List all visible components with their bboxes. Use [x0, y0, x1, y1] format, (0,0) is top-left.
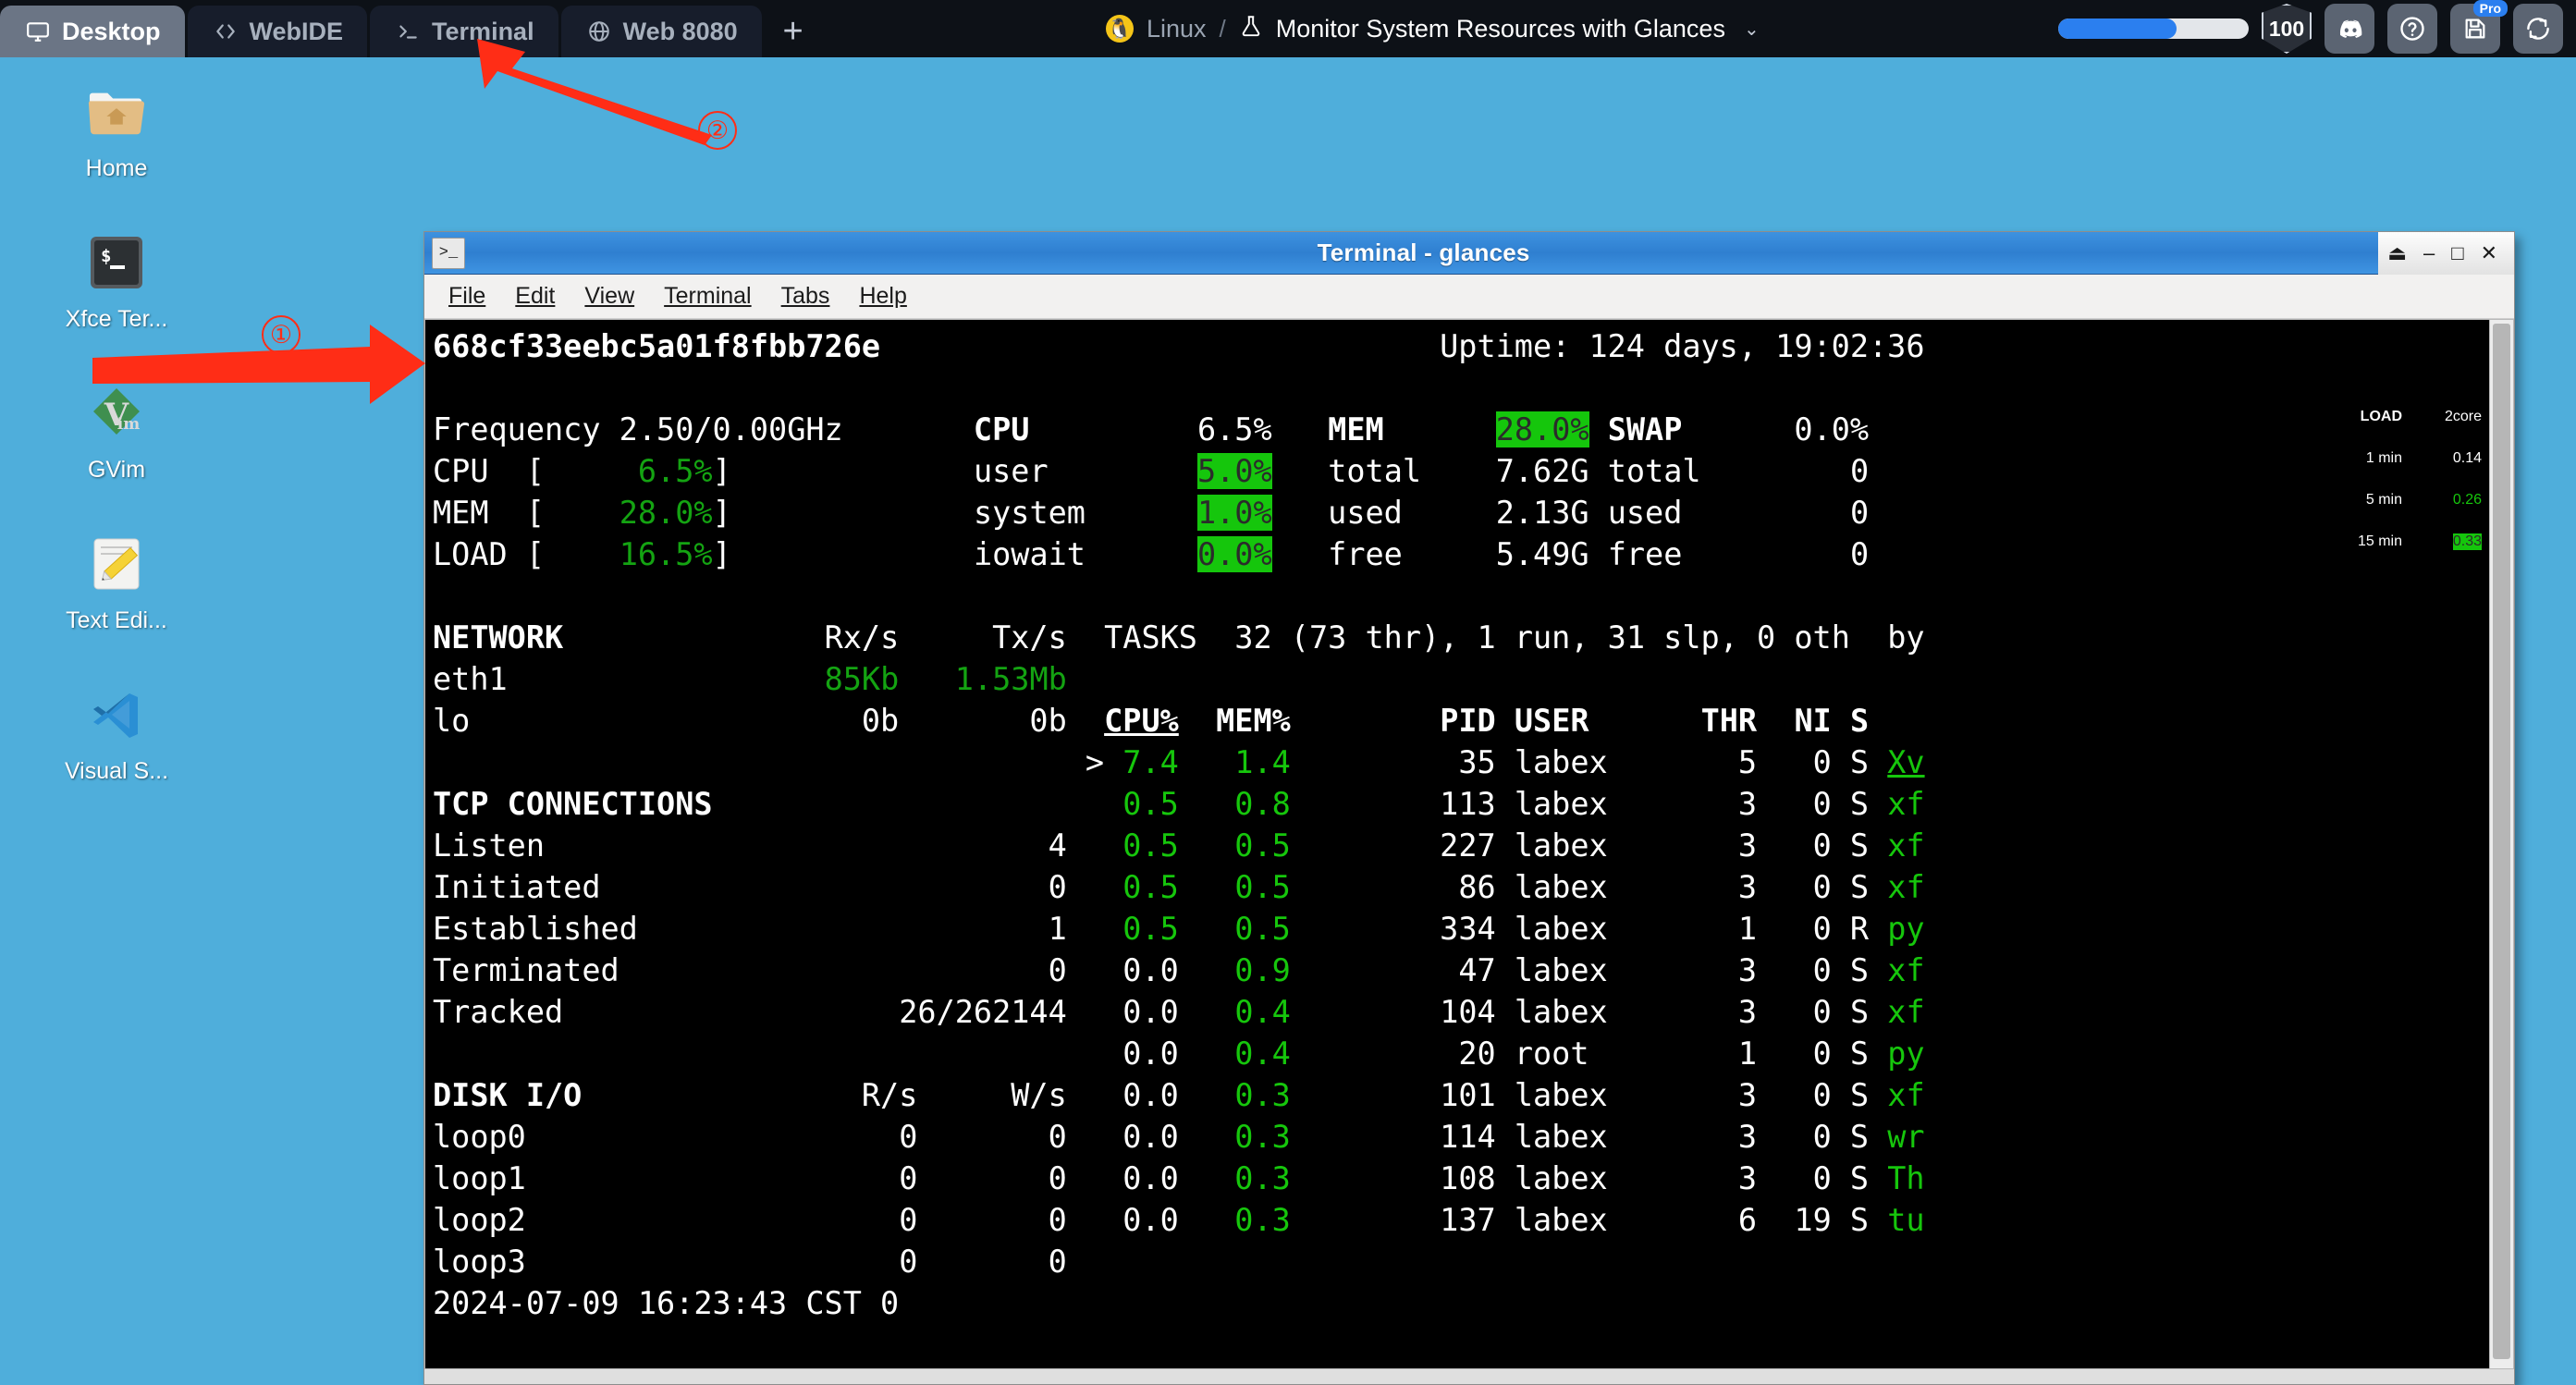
desktop-icon-home[interactable]: Home [35, 76, 198, 182]
score-badge: 100 [2262, 4, 2312, 54]
menu-view-label: View [584, 283, 634, 309]
tab-desktop[interactable]: Desktop [0, 6, 185, 57]
tab-web8080[interactable]: Web 8080 [561, 6, 762, 57]
desktop-icon-gvim[interactable]: V im GVim [35, 377, 198, 484]
tab-webide[interactable]: WebIDE [188, 6, 368, 57]
menu-edit[interactable]: Edit [502, 279, 568, 313]
desktop-icon-home-label: Home [86, 155, 148, 182]
window-title: Terminal - glances [469, 239, 2378, 267]
refresh-button[interactable] [2513, 4, 2563, 54]
window-controls: ⏏ – □ ✕ [2378, 232, 2514, 275]
desktop-icon-text-editor-label: Text Edi... [66, 607, 167, 634]
code-brackets-icon [212, 18, 239, 45]
menu-help[interactable]: Help [846, 279, 919, 313]
discord-button[interactable] [2325, 4, 2374, 54]
home-folder-icon [80, 76, 153, 148]
menu-file[interactable]: File [435, 279, 498, 313]
chevron-down-icon[interactable]: ⌄ [1744, 18, 1760, 41]
menu-file-label: File [448, 283, 485, 309]
prompt-icon [394, 18, 422, 45]
minimize-button[interactable]: – [2423, 243, 2435, 264]
scrollbar-thumb[interactable] [2493, 324, 2510, 1359]
menu-view[interactable]: View [571, 279, 647, 313]
desktop-icon-visual-studio-code[interactable]: Visual S... [35, 679, 198, 785]
terminal-content[interactable]: 668cf33eebc5a01f8fbb726e Uptime: 124 day… [424, 319, 2514, 1369]
shade-button[interactable]: ⏏ [2387, 243, 2407, 264]
save-button[interactable]: Pro [2450, 4, 2500, 54]
desktop-icon-list: Home $ Xfce Ter... V im GVim [35, 76, 198, 829]
score-badge-value: 100 [2269, 17, 2304, 42]
progress-bar [2058, 18, 2249, 39]
tab-terminal[interactable]: Terminal [370, 6, 558, 57]
desktop-area: Home $ Xfce Ter... V im GVim [0, 57, 2576, 1359]
menu-edit-label: Edit [515, 283, 555, 309]
menu-help-label: Help [859, 283, 906, 309]
window-titlebar[interactable]: >_ Terminal - glances ⏏ – □ ✕ [424, 232, 2514, 275]
desktop-icon-text-editor[interactable]: Text Edi... [35, 528, 198, 634]
terminal-window-icon: >_ [432, 238, 465, 269]
tab-webide-label: WebIDE [250, 18, 344, 46]
monitor-icon [24, 18, 52, 45]
menu-tabs-label: Tabs [781, 283, 830, 309]
breadcrumb: 🐧 Linux / Monitor System Resources with … [1106, 0, 1760, 57]
breadcrumb-os[interactable]: Linux [1147, 15, 1207, 43]
gvim-icon: V im [80, 377, 153, 449]
tab-web8080-label: Web 8080 [623, 18, 738, 46]
maximize-button[interactable]: □ [2451, 243, 2463, 264]
breadcrumb-separator: / [1220, 15, 1226, 43]
window-menubar: File Edit View Terminal Tabs Help [424, 275, 2514, 319]
desktop-icon-xfce-terminal[interactable]: $ Xfce Ter... [35, 227, 198, 333]
terminal-scrollbar[interactable] [2489, 320, 2513, 1368]
terminal-window[interactable]: >_ Terminal - glances ⏏ – □ ✕ File Edit … [423, 231, 2515, 1385]
terminal-icon: $ [80, 227, 153, 299]
linux-penguin-icon: 🐧 [1106, 15, 1134, 43]
glances-output: 668cf33eebc5a01f8fbb726e Uptime: 124 day… [425, 320, 2489, 1368]
progress-fill [2058, 18, 2177, 39]
annotation-number-1: ① [262, 315, 301, 354]
tab-terminal-label: Terminal [432, 18, 534, 46]
topbar-actions: 100 Pro [2058, 0, 2563, 57]
tab-strip: Desktop WebIDE Terminal [0, 0, 822, 57]
desktop-icon-gvim-label: GVim [88, 457, 145, 484]
close-button[interactable]: ✕ [2481, 243, 2497, 264]
annotation-number-2: ② [698, 111, 737, 150]
menu-tabs[interactable]: Tabs [768, 279, 843, 313]
tab-desktop-label: Desktop [62, 18, 161, 46]
browser-topbar: Desktop WebIDE Terminal [0, 0, 2576, 57]
text-editor-icon [80, 528, 153, 600]
new-tab-button[interactable]: + [765, 6, 822, 57]
flask-icon [1239, 13, 1263, 45]
desktop-icon-xfce-terminal-label: Xfce Ter... [66, 306, 168, 333]
vscode-icon [80, 679, 153, 751]
window-statusbar [424, 1369, 2514, 1384]
menu-terminal[interactable]: Terminal [651, 279, 764, 313]
help-button[interactable] [2387, 4, 2437, 54]
page-title: Monitor System Resources with Glances [1276, 15, 1725, 43]
menu-terminal-label: Terminal [664, 283, 751, 309]
globe-icon [585, 18, 613, 45]
svg-text:im: im [117, 415, 140, 434]
svg-text:$: $ [101, 246, 111, 266]
pro-badge: Pro [2473, 0, 2508, 17]
desktop-icon-vscode-label: Visual S... [65, 758, 168, 785]
